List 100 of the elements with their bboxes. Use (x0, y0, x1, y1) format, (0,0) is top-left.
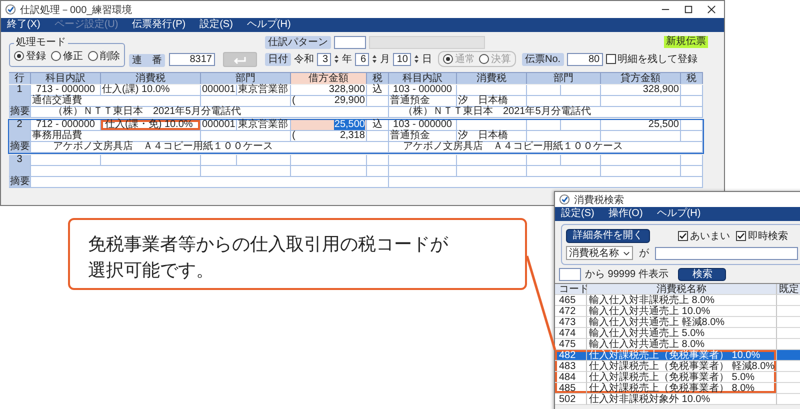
menu-item[interactable]: ヘルプ(H) (656, 208, 701, 220)
checkbox[interactable]: あいまい (678, 229, 730, 243)
journal-entry[interactable]: 1 713 - 000000 仕入(課) 10.0% 000001 東京営業部 328,900 込 103 - 000000 328,900 通信交通費 ( 29,900 普通預金 汐 日本橋 摘要 （株）ＮＴＴ東日本 2021年5月分電話代 （株）ＮＴＴ東日本 2021年5月分電話代 (8, 84, 704, 119)
window-title: 消費税検索 (574, 194, 624, 206)
tax-code-row[interactable]: 482 仕入対課税売上（免税事業者） 10.0% (555, 350, 800, 361)
tax-code-row[interactable]: 474 輸入仕入対共通売上 5.0% (555, 328, 800, 339)
table-cell: 483 (555, 361, 587, 372)
callout-text: 免税事業者等からの仕入取引用の税コードが選択可能です。 (88, 233, 450, 283)
table-cell: 仕入(課・免) 10.0% (101, 120, 201, 131)
table-cell: 475 (555, 339, 587, 350)
menu-item[interactable]: 終了(X) (7, 19, 40, 31)
radio-option[interactable]: 登録 (14, 49, 46, 63)
tax-code-row[interactable]: 473 輸入仕入対共通売上 軽減8.0% (555, 317, 800, 328)
unit-label: 日 (422, 53, 432, 66)
column-header: 科目内訳 (31, 73, 101, 84)
journal-entry[interactable]: 3 摘要 (8, 154, 704, 189)
table-cell: 484 (555, 372, 587, 383)
menu-item[interactable]: ヘルプ(H) (246, 19, 291, 31)
table-cell: 輸入仕入対共通売上 5.0% (587, 328, 777, 339)
table-cell: 103 - 000000 (389, 85, 457, 96)
column-header: 部門 (201, 73, 291, 84)
slip-number-field[interactable]: 80 (566, 52, 603, 66)
caret-icon (623, 250, 630, 256)
maximize-icon[interactable] (684, 5, 693, 14)
table-cell (457, 166, 527, 177)
menu-item[interactable]: 伝票発行(P) (132, 19, 186, 31)
unit-label: 年 (342, 53, 352, 66)
column-header: 既定 (777, 284, 800, 295)
column-header: 借方金額 (291, 73, 367, 84)
table-cell: 000001 (201, 85, 237, 96)
table-cell: 仕入(課) 10.0% (101, 85, 201, 96)
column-header: 消費税名称 (587, 284, 777, 295)
table-cell: 輸入仕入対共通売上 8.0% (587, 339, 777, 350)
column-header: 消費税 (101, 73, 201, 84)
table-cell (367, 166, 389, 177)
column-header: 消費税 (457, 73, 527, 84)
table-cell (527, 85, 561, 96)
checkbox[interactable]: 即時検索 (736, 229, 788, 243)
table-cell (367, 131, 389, 142)
table-cell: 事務用品費 (31, 131, 201, 142)
enter-arrow-icon (233, 56, 247, 64)
column-header: 貸方金額 (601, 73, 681, 84)
menu-item[interactable]: 設定(S) (561, 208, 594, 220)
detail-conditions-button[interactable]: 詳細条件を開く (566, 229, 650, 243)
year-field[interactable]: 3 (317, 52, 331, 66)
table-cell (527, 155, 561, 166)
tax-code-row[interactable]: 502 仕入対非課税対象外 10.0% (555, 394, 800, 405)
summary-label: 摘要 (9, 107, 31, 118)
day-field[interactable]: 10 (393, 52, 411, 66)
spinner-icon[interactable] (372, 54, 377, 64)
month-field[interactable]: 6 (355, 52, 369, 66)
era-label: 令和 (294, 52, 314, 66)
tax-code-row[interactable]: 472 輸入仕入対共通売上 10.0% (555, 306, 800, 317)
field-label: 日付 (265, 52, 291, 66)
table-cell: 汐 日本橋 (457, 131, 527, 142)
table-cell: 込 (367, 120, 389, 131)
table-cell: 000001 (201, 120, 237, 131)
table-cell (457, 155, 527, 166)
table-cell: 込 (367, 85, 389, 96)
table-cell (681, 131, 703, 142)
search-button[interactable]: 検索 (678, 268, 726, 280)
pattern-field[interactable] (334, 36, 366, 49)
radio-option[interactable]: 削除 (88, 49, 120, 63)
count-label: から 99999 件表示 (585, 268, 668, 281)
unit-label: 月 (380, 53, 390, 66)
tax-code-row[interactable]: 484 仕入対課税売上（免税事業者） 5.0% (555, 372, 800, 383)
start-field[interactable] (559, 268, 581, 280)
bracket-mark: ( (292, 131, 296, 141)
checkbox[interactable]: 明細を残して登録 (606, 52, 698, 66)
close-icon[interactable] (707, 5, 716, 14)
table-cell (561, 85, 601, 96)
table-cell (681, 85, 703, 96)
table-cell: 普通預金 (389, 96, 457, 107)
table-cell: 仕入対非課税対象外 10.0% (587, 394, 777, 405)
table-cell: 474 (555, 328, 587, 339)
table-cell (681, 96, 703, 107)
tax-code-row[interactable]: 475 輸入仕入対共通売上 8.0% (555, 339, 800, 350)
tax-code-row[interactable]: 465 輸入仕入対非課税売上 8.0% (555, 295, 800, 306)
spinner-icon[interactable] (414, 54, 419, 64)
serial-field[interactable]: 8317 (169, 53, 215, 66)
field-dropdown[interactable]: 消費税名称 (566, 246, 633, 260)
table-cell (527, 120, 561, 131)
table-cell (681, 166, 703, 177)
column-header: 税 (367, 73, 389, 84)
spinner-icon[interactable] (334, 54, 339, 64)
menu-item[interactable]: 操作(O) (608, 208, 643, 220)
table-cell: 仕入対課税売上（免税事業者） 5.0% (587, 372, 777, 383)
table-cell: 712 - 000000 (31, 120, 101, 131)
radio-option[interactable]: 修正 (51, 49, 83, 63)
table-cell (201, 155, 237, 166)
table-cell (389, 155, 457, 166)
journal-entry[interactable]: 2 712 - 000000 仕入(課・免) 10.0% 000001 東京営業部 25,500 込 103 - 000000 25,500 事務用品費 ( 2,318 普通預金 汐 日本橋 摘要 アケボノ文房具店 Ａ４コピー用紙１００ケース アケボノ文房具店 Ａ４コピー用紙１００ケース (8, 119, 704, 154)
menu-item[interactable]: 設定(S) (200, 19, 233, 31)
table-cell: 仕入対課税売上（免税事業者） 10.0% (587, 350, 777, 361)
search-field[interactable] (655, 246, 798, 260)
table-cell (681, 155, 703, 166)
particle-label: が (639, 247, 649, 260)
checkmark-icon (737, 232, 745, 240)
table-cell (367, 155, 389, 166)
table-cell: 465 (555, 295, 587, 306)
